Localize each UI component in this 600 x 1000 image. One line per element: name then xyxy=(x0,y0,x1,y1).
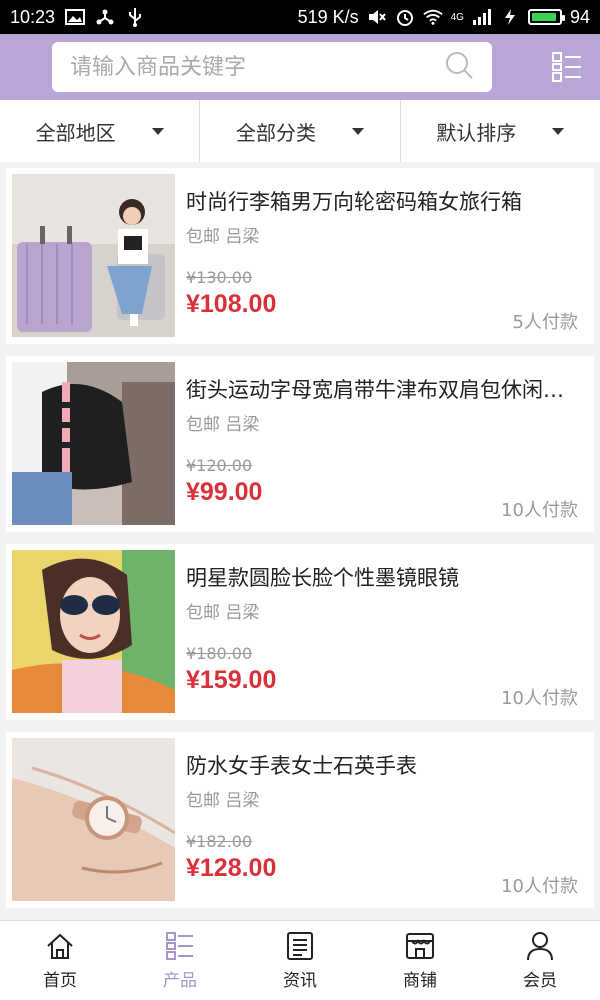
filter-label: 全部分类 xyxy=(235,120,316,145)
tab-member[interactable]: 会员 xyxy=(480,921,600,1000)
shipping-info: 包邮 吕梁 xyxy=(186,227,260,247)
home-icon xyxy=(47,933,73,959)
paid-count: 10人付款 xyxy=(501,500,578,521)
filter-label: 默认排序 xyxy=(436,120,517,145)
status-bar: 10:23 519 K/s 4G 94 xyxy=(0,0,600,34)
tab-label: 首页 xyxy=(43,971,77,991)
tab-label: 商铺 xyxy=(403,971,437,991)
sale-price: ¥99.00 xyxy=(186,478,263,506)
tab-label: 产品 xyxy=(163,971,197,991)
tab-products[interactable]: 产品 xyxy=(120,921,240,1000)
battery-icon xyxy=(527,9,565,25)
image-icon xyxy=(65,8,86,26)
product-title[interactable]: 防水女手表女士石英手表 xyxy=(186,750,576,780)
product-title[interactable]: 明星款圆脸长脸个性墨镜眼镜 xyxy=(186,562,576,592)
product-title[interactable]: 街头运动字母宽肩带牛津布双肩包休闲背包 xyxy=(186,374,576,404)
usb-icon xyxy=(125,8,145,27)
signal-icon xyxy=(472,8,492,26)
news-icon xyxy=(287,932,313,960)
tab-label: 资讯 xyxy=(283,971,317,991)
product-image[interactable] xyxy=(12,362,175,525)
product-image[interactable] xyxy=(12,174,175,337)
tab-news[interactable]: 资讯 xyxy=(240,921,360,1000)
product-title[interactable]: 时尚行李箱男万向轮密码箱女旅行箱 xyxy=(186,186,576,216)
paid-count: 10人付款 xyxy=(501,688,578,709)
wifi-icon xyxy=(422,8,443,26)
bottom-tab-bar: 首页 产品 资讯 商铺 会员 xyxy=(0,920,600,1000)
tab-label: 会员 xyxy=(523,971,557,991)
mute-icon xyxy=(367,8,387,26)
charging-icon xyxy=(500,8,520,26)
filter-bar: 全部地区 全部分类 默认排序 xyxy=(0,100,600,162)
product-card[interactable]: 防水女手表女士石英手表 包邮 吕梁 ¥182.00 ¥128.00 10人付款 xyxy=(6,732,594,908)
tab-home[interactable]: 首页 xyxy=(0,921,120,1000)
filter-sort[interactable]: 默认排序 xyxy=(399,100,600,162)
shipping-info: 包邮 吕梁 xyxy=(186,791,260,811)
battery-level: 94 xyxy=(569,6,590,27)
tab-shop[interactable]: 商铺 xyxy=(360,921,480,1000)
product-image[interactable] xyxy=(12,738,175,901)
sale-price: ¥128.00 xyxy=(186,854,277,882)
product-card[interactable]: 明星款圆脸长脸个性墨镜眼镜 包邮 吕梁 ¥180.00 ¥159.00 10人付… xyxy=(6,544,594,720)
original-price: ¥120.00 xyxy=(186,456,253,475)
original-price: ¥180.00 xyxy=(186,644,253,663)
filter-label: 全部地区 xyxy=(35,120,116,145)
sale-price: ¥159.00 xyxy=(186,666,277,694)
product-card[interactable]: 时尚行李箱男万向轮密码箱女旅行箱 包邮 吕梁 ¥130.00 ¥108.00 5… xyxy=(6,168,594,344)
caret-down-icon xyxy=(351,127,364,135)
search-header xyxy=(0,34,600,100)
net-speed: 519 K/s xyxy=(297,6,359,27)
product-image[interactable] xyxy=(12,550,175,713)
member-icon xyxy=(527,932,553,961)
alarm-icon xyxy=(395,8,415,26)
product-list-icon xyxy=(166,932,193,960)
category-menu-button[interactable] xyxy=(552,52,582,82)
signal-type: 4G xyxy=(450,11,464,23)
filter-region[interactable]: 全部地区 xyxy=(0,100,199,162)
list-menu-icon xyxy=(552,52,581,82)
filter-category[interactable]: 全部分类 xyxy=(199,100,399,162)
paid-count: 5人付款 xyxy=(512,312,578,333)
shipping-info: 包邮 吕梁 xyxy=(186,415,260,435)
search-input[interactable] xyxy=(70,54,444,80)
status-time: 10:23 xyxy=(10,6,56,27)
caret-down-icon xyxy=(151,127,164,135)
original-price: ¥130.00 xyxy=(186,268,253,287)
product-card[interactable]: 街头运动字母宽肩带牛津布双肩包休闲背包 包邮 吕梁 ¥120.00 ¥99.00… xyxy=(6,356,594,532)
paid-count: 10人付款 xyxy=(501,876,578,897)
search-icon[interactable] xyxy=(444,50,474,84)
original-price: ¥182.00 xyxy=(186,832,253,851)
sale-price: ¥108.00 xyxy=(186,290,277,318)
shop-icon xyxy=(406,933,434,959)
shipping-info: 包邮 吕梁 xyxy=(186,603,260,623)
share-icon xyxy=(95,8,115,26)
product-list: 时尚行李箱男万向轮密码箱女旅行箱 包邮 吕梁 ¥130.00 ¥108.00 5… xyxy=(6,168,594,920)
search-box[interactable] xyxy=(52,42,492,92)
caret-down-icon xyxy=(552,127,565,135)
